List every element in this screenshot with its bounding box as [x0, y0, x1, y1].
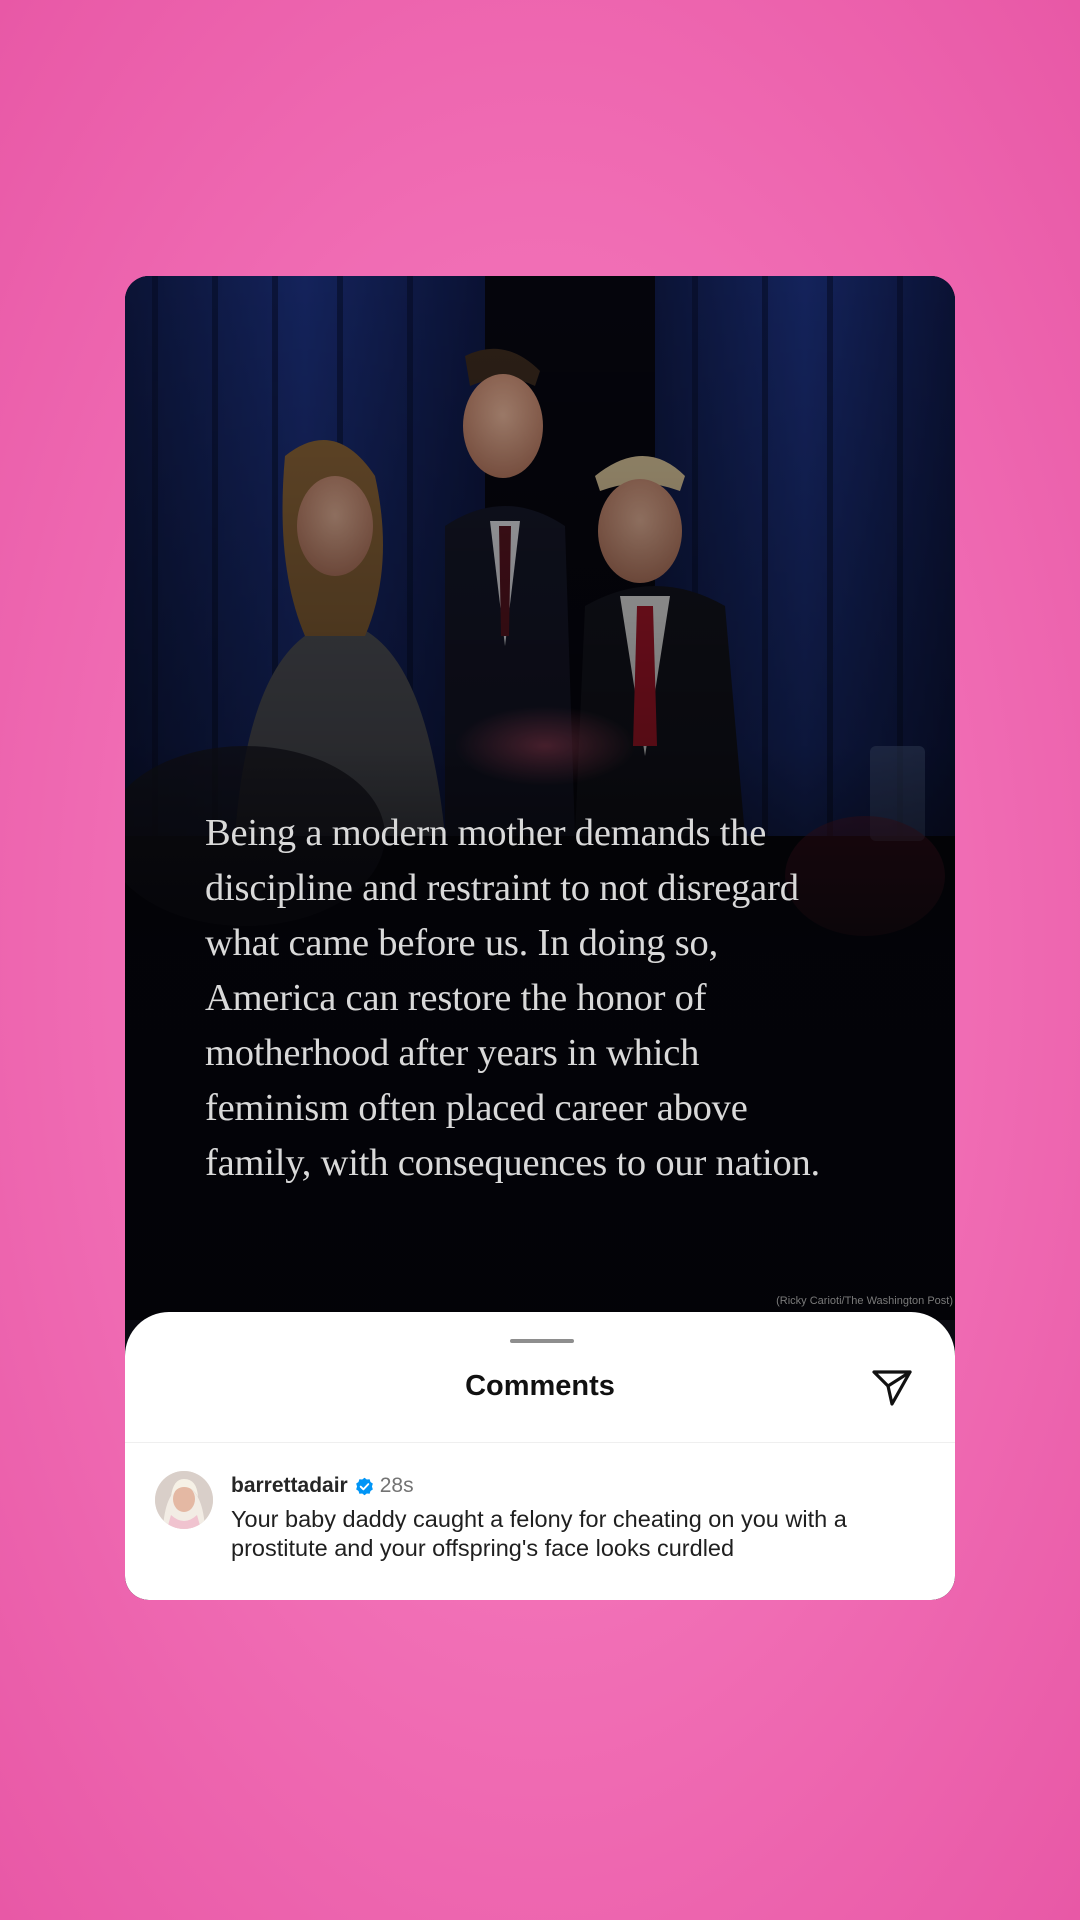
- paper-plane-icon: [872, 1370, 912, 1406]
- share-button[interactable]: [870, 1366, 914, 1410]
- avatar[interactable]: [155, 1471, 213, 1529]
- comment-username[interactable]: barrettadair: [231, 1474, 348, 1498]
- photo-credit: (Ricky Carioti/The Washington Post): [776, 1295, 953, 1307]
- avatar-image: [155, 1471, 213, 1529]
- verified-badge-icon: [355, 1477, 373, 1495]
- sheet-divider: [125, 1442, 955, 1443]
- comments-title: Comments: [465, 1370, 615, 1402]
- comment-header: barrettadair 28s: [231, 1471, 414, 1501]
- post-photo: Being a modern mother demands the discip…: [125, 276, 955, 1320]
- story-post-card: Being a modern mother demands the discip…: [125, 276, 955, 1600]
- sheet-drag-handle[interactable]: [510, 1339, 574, 1343]
- comment-text: Your baby daddy caught a felony for chea…: [231, 1506, 847, 1561]
- post-quote-text: Being a modern mother demands the discip…: [205, 812, 820, 1184]
- comments-sheet: Comments barrettadair 28s Your baby dadd…: [125, 1312, 955, 1600]
- comment-timestamp: 28s: [379, 1474, 414, 1497]
